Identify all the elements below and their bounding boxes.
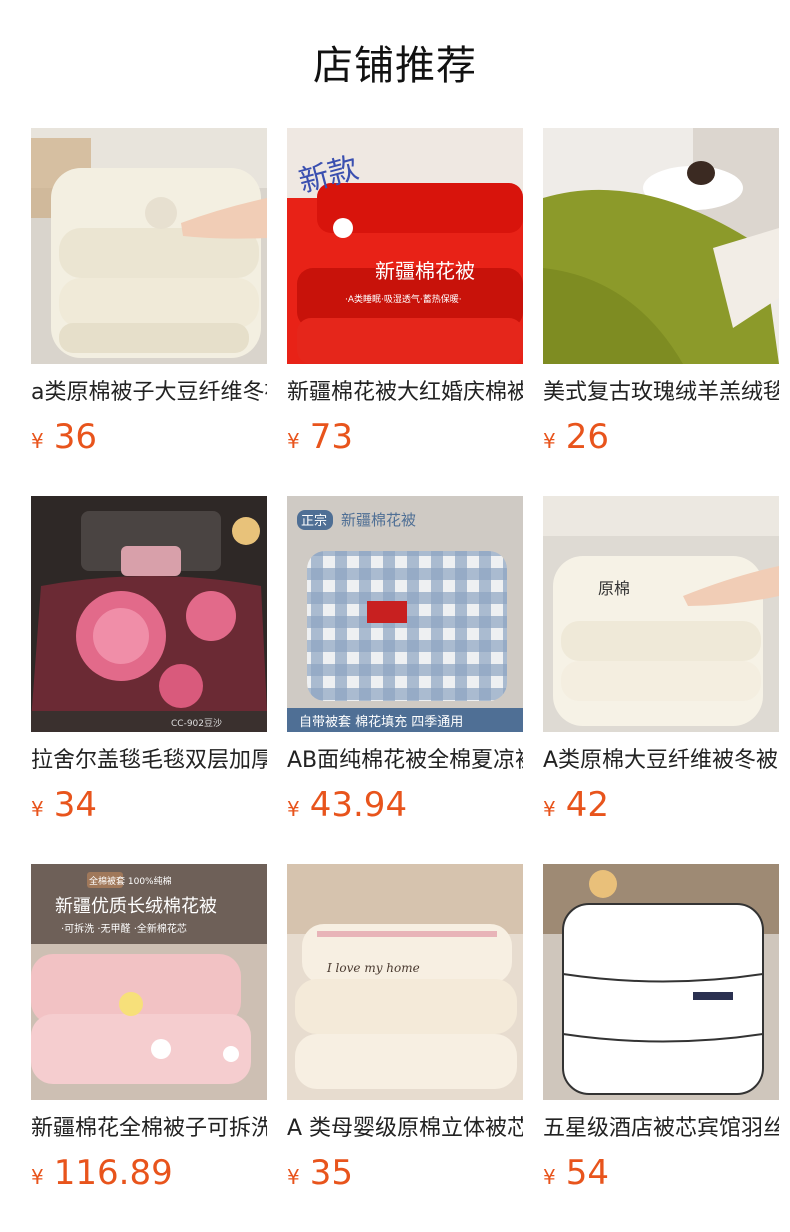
product-name[interactable]: 新疆棉花被大红婚庆棉被: [287, 378, 523, 408]
image-subcaption: ·A类睡眠·吸湿透气·蓄热保暖·: [345, 293, 462, 305]
product-image[interactable]: [543, 128, 779, 364]
product-price: ¥54: [543, 1152, 609, 1194]
product-card[interactable]: 正宗 新疆棉花被 自带被套 棉花填充 四季通用 AB面纯棉花被全棉夏凉被 ¥43…: [287, 496, 523, 826]
product-name[interactable]: 美式复古玫瑰绒羊羔绒毯: [543, 378, 779, 408]
product-price: ¥26: [543, 416, 609, 458]
shop-recommendations-page: 店铺推荐 a类原棉被子大豆纤维冬被 ¥36 新款 新疆棉花被 ·A类睡眠·吸湿透…: [0, 0, 790, 1232]
currency-symbol: ¥: [31, 1165, 44, 1189]
product-card[interactable]: 原棉 A类原棉大豆纤维被冬被 ¥42: [543, 496, 779, 826]
product-price: ¥35: [287, 1152, 353, 1194]
product-image[interactable]: CC-902豆沙: [31, 496, 267, 732]
image-caption: 新疆棉花被: [375, 259, 475, 283]
currency-symbol: ¥: [31, 429, 44, 453]
image-caption: 新疆优质长绒棉花被: [55, 896, 217, 917]
currency-symbol: ¥: [543, 797, 556, 821]
product-name[interactable]: A 类母婴级原棉立体被芯: [287, 1114, 523, 1144]
image-caption: 新疆棉花被: [341, 511, 416, 529]
price-value: 73: [309, 417, 353, 457]
price-value: 36: [53, 417, 97, 457]
currency-symbol: ¥: [287, 797, 300, 821]
product-name[interactable]: 新疆棉花全棉被子可拆洗: [31, 1114, 267, 1144]
product-name[interactable]: A类原棉大豆纤维被冬被: [543, 746, 779, 776]
price-value: 42: [565, 785, 609, 825]
currency-symbol: ¥: [31, 797, 44, 821]
product-card[interactable]: 新款 新疆棉花被 ·A类睡眠·吸湿透气·蓄热保暖· 新疆棉花被大红婚庆棉被 ¥7…: [287, 128, 523, 458]
image-caption: 原棉: [598, 579, 630, 598]
currency-symbol: ¥: [287, 1165, 300, 1189]
currency-symbol: ¥: [287, 429, 300, 453]
price-value: 43.94: [309, 785, 408, 825]
product-price: ¥43.94: [287, 784, 407, 826]
product-image[interactable]: I love my home: [287, 864, 523, 1100]
product-image[interactable]: 原棉: [543, 496, 779, 732]
product-card[interactable]: 五星级酒店被芯宾馆羽丝绒 ¥54: [543, 864, 779, 1194]
badge-text: 正宗: [301, 513, 327, 529]
currency-symbol: ¥: [543, 429, 556, 453]
price-value: 54: [565, 1153, 609, 1193]
product-image[interactable]: 新款 新疆棉花被 ·A类睡眠·吸湿透气·蓄热保暖·: [287, 128, 523, 364]
product-name[interactable]: AB面纯棉花被全棉夏凉被: [287, 746, 523, 776]
product-price: ¥42: [543, 784, 609, 826]
image-caption: CC-902豆沙: [171, 718, 222, 729]
product-name[interactable]: a类原棉被子大豆纤维冬被: [31, 378, 267, 408]
currency-symbol: ¥: [543, 1165, 556, 1189]
price-value: 34: [53, 785, 97, 825]
price-value: 35: [309, 1153, 353, 1193]
product-image[interactable]: [31, 128, 267, 364]
product-image[interactable]: 全棉被套 100%纯棉 新疆优质长绒棉花被 ·可拆洗 ·无甲醛 ·全新棉花芯: [31, 864, 267, 1100]
product-card[interactable]: a类原棉被子大豆纤维冬被 ¥36: [31, 128, 267, 458]
price-value: 116.89: [53, 1153, 173, 1193]
product-image[interactable]: 正宗 新疆棉花被 自带被套 棉花填充 四季通用: [287, 496, 523, 732]
image-caption: I love my home: [326, 961, 420, 975]
image-subcaption: 自带被套 棉花填充 四季通用: [299, 714, 463, 730]
badge-text: 全棉被套 100%纯棉: [89, 875, 172, 887]
page-title: 店铺推荐: [313, 43, 477, 89]
product-price: ¥36: [31, 416, 97, 458]
product-name[interactable]: 拉舍尔盖毯毛毯双层加厚: [31, 746, 267, 776]
product-name[interactable]: 五星级酒店被芯宾馆羽丝绒: [543, 1114, 779, 1144]
image-subcaption: ·可拆洗 ·无甲醛 ·全新棉花芯: [61, 922, 187, 935]
product-price: ¥73: [287, 416, 353, 458]
price-value: 26: [565, 417, 609, 457]
product-card[interactable]: 美式复古玫瑰绒羊羔绒毯 ¥26: [543, 128, 779, 458]
product-card[interactable]: I love my home A 类母婴级原棉立体被芯 ¥35: [287, 864, 523, 1194]
product-card[interactable]: CC-902豆沙 拉舍尔盖毯毛毯双层加厚 ¥34: [31, 496, 267, 826]
product-image[interactable]: [543, 864, 779, 1100]
product-price: ¥116.89: [31, 1152, 173, 1194]
product-card[interactable]: 全棉被套 100%纯棉 新疆优质长绒棉花被 ·可拆洗 ·无甲醛 ·全新棉花芯 新…: [31, 864, 267, 1194]
product-price: ¥34: [31, 784, 97, 826]
